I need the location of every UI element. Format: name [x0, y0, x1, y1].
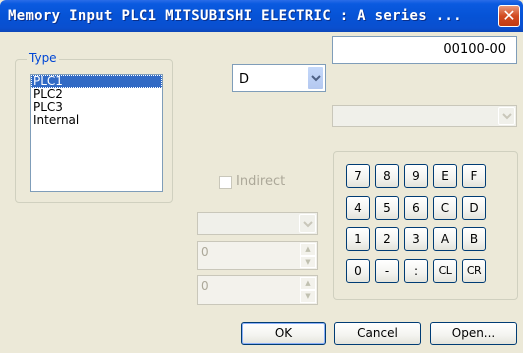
keypad-key[interactable]: CL [433, 259, 457, 283]
spin-up-icon[interactable]: ▲ [300, 243, 316, 256]
type-item-internal[interactable]: Internal [31, 114, 162, 127]
close-icon: ✕ [502, 6, 516, 25]
indirect-checkbox[interactable] [219, 176, 232, 189]
indirect-combo-dropdown[interactable] [299, 214, 316, 233]
device-combo-value: D [239, 72, 250, 87]
spin-field-1-value: 0 [201, 245, 209, 259]
address-value: 00100-00 [443, 42, 506, 57]
indirect-combo[interactable] [197, 212, 318, 235]
keypad-key[interactable]: 6 [404, 196, 428, 220]
memory-input-dialog: Memory Input PLC1 MITSUBISHI ELECTRIC : … [0, 0, 523, 353]
ok-button[interactable]: OK [241, 322, 326, 345]
spin-field-1-buttons[interactable]: ▲ ▼ [300, 243, 316, 268]
indirect-label: Indirect [236, 174, 286, 189]
spin-field-2-buttons[interactable]: ▲ ▼ [300, 277, 316, 303]
keypad-key[interactable]: A [433, 227, 457, 251]
type-listbox[interactable]: PLC1 PLC2 PLC3 Internal [30, 74, 163, 192]
secondary-combo-dropdown[interactable] [498, 107, 515, 125]
spin-field-2-value: 0 [201, 279, 209, 293]
keypad-key[interactable]: : [404, 259, 428, 283]
spin-down-icon[interactable]: ▼ [300, 290, 316, 303]
keypad-key[interactable]: 0 [346, 259, 370, 283]
spin-field-1[interactable]: 0 ▲ ▼ [197, 241, 318, 270]
address-input[interactable]: 00100-00 [332, 36, 517, 64]
keypad-key[interactable]: 4 [346, 196, 370, 220]
device-combo-dropdown[interactable] [307, 66, 324, 90]
device-combo[interactable]: D [232, 64, 326, 92]
spin-up-icon[interactable]: ▲ [300, 277, 316, 290]
chevron-down-icon [502, 113, 512, 120]
spin-field-2[interactable]: 0 ▲ ▼ [197, 275, 318, 305]
keypad-key[interactable]: F [462, 164, 486, 188]
type-group-label: Type [27, 51, 59, 65]
cancel-button[interactable]: Cancel [334, 322, 421, 345]
keypad-key[interactable]: 9 [404, 164, 428, 188]
keypad-key[interactable]: B [462, 227, 486, 251]
keypad-key[interactable]: - [375, 259, 399, 283]
window-title: Memory Input PLC1 MITSUBISHI ELECTRIC : … [8, 8, 462, 24]
open-button[interactable]: Open... [430, 322, 517, 345]
title-bar[interactable]: Memory Input PLC1 MITSUBISHI ELECTRIC : … [0, 0, 523, 32]
keypad-key[interactable]: 8 [375, 164, 399, 188]
keypad-key[interactable]: 7 [346, 164, 370, 188]
keypad-key[interactable]: C [433, 196, 457, 220]
open-button-label: Open... [451, 326, 496, 340]
keypad-key[interactable]: CR [462, 259, 486, 283]
close-button[interactable]: ✕ [498, 5, 520, 27]
chevron-down-icon [311, 75, 321, 82]
keypad-key[interactable]: 5 [375, 196, 399, 220]
keypad-key[interactable]: 2 [375, 227, 399, 251]
keypad-key[interactable]: E [433, 164, 457, 188]
keypad-key[interactable]: 3 [404, 227, 428, 251]
spin-down-icon[interactable]: ▼ [300, 255, 316, 268]
keypad-key[interactable]: D [462, 196, 486, 220]
chevron-down-icon [303, 220, 313, 227]
secondary-combo[interactable] [332, 105, 517, 127]
keypad-key[interactable]: 1 [346, 227, 370, 251]
